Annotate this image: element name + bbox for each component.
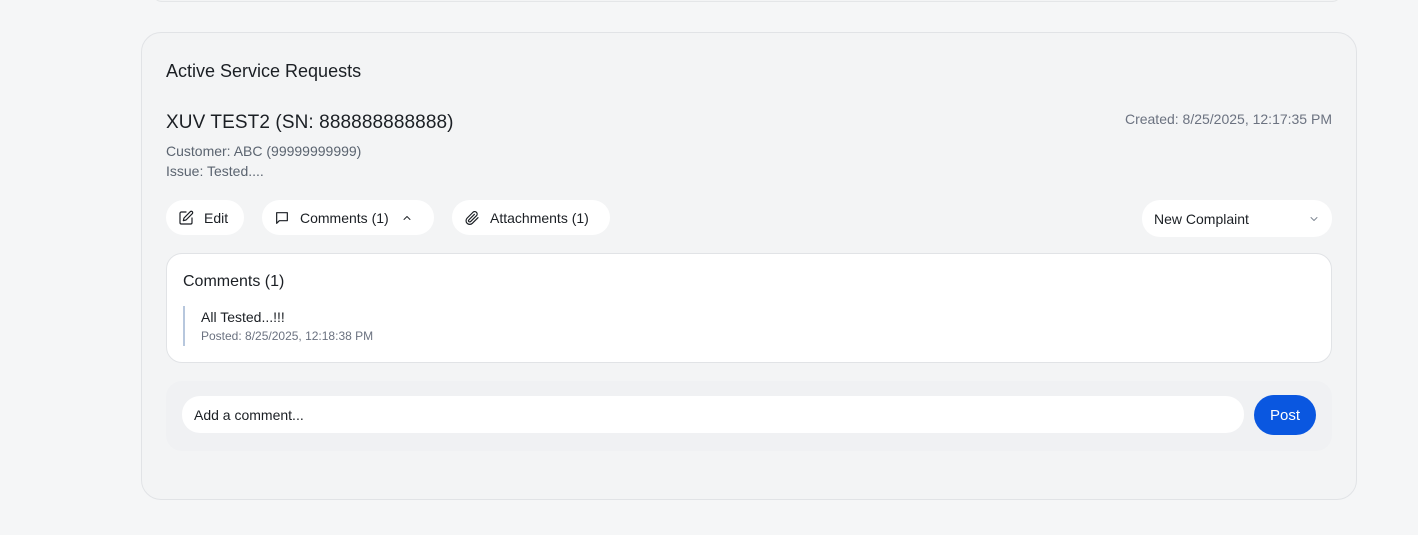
- chevron-down-icon: [1310, 216, 1318, 221]
- comment-composer: Post: [166, 381, 1332, 451]
- previous-card-edge: [152, 0, 1342, 2]
- issue-info: Issue: Tested....: [166, 163, 264, 179]
- customer-info: Customer: ABC (99999999999): [166, 143, 362, 159]
- comments-toggle-label: Comments (1): [300, 209, 389, 226]
- post-button[interactable]: Post: [1254, 395, 1316, 435]
- paperclip-icon: [465, 210, 479, 225]
- status-select[interactable]: New Complaint: [1142, 200, 1332, 237]
- comment-text: All Tested...!!!: [201, 309, 285, 325]
- chevron-up-icon: [403, 215, 411, 220]
- status-select-value: New Complaint: [1154, 210, 1249, 227]
- attachments-button[interactable]: Attachments (1): [452, 200, 610, 235]
- comment-item: All Tested...!!! Posted: 8/25/2025, 12:1…: [183, 306, 373, 346]
- comment-posted-date: Posted: 8/25/2025, 12:18:38 PM: [201, 329, 374, 343]
- comments-section: Comments (1) All Tested...!!! Posted: 8/…: [166, 253, 1332, 363]
- edit-button-label: Edit: [204, 209, 229, 226]
- request-title: XUV TEST2 (SN: 888888888888): [166, 112, 454, 133]
- created-timestamp: Created: 8/25/2025, 12:17:35 PM: [1124, 111, 1332, 127]
- comment-input[interactable]: [182, 396, 1244, 433]
- comment-icon: [276, 211, 288, 224]
- panel-title: Active Service Requests: [166, 61, 362, 81]
- edit-button[interactable]: Edit: [166, 200, 244, 235]
- comments-toggle-button[interactable]: Comments (1): [262, 200, 434, 235]
- edit-icon: [179, 210, 194, 225]
- service-requests-panel: Active Service Requests XUV TEST2 (SN: 8…: [141, 32, 1357, 500]
- attachments-button-label: Attachments (1): [490, 209, 589, 226]
- comments-heading: Comments (1): [183, 273, 285, 290]
